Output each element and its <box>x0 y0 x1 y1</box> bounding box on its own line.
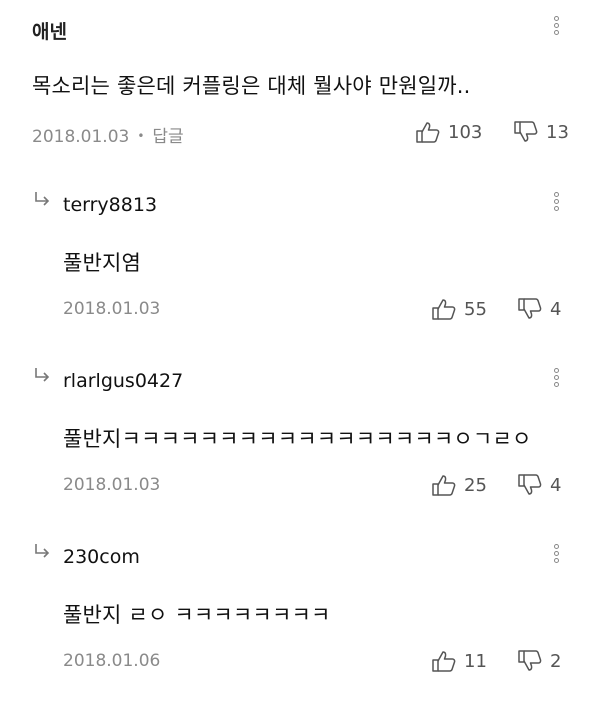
dislike-button[interactable]: 4 <box>516 295 561 323</box>
reply-comment: rlarlgus0427 풀반지ㅋㅋㅋㅋㅋㅋㅋㅋㅋㅋㅋㅋㅋㅋㅋㅋㅋㅇㄱㄹㅇ 20… <box>0 348 600 524</box>
comment-text: 풀반지ㅋㅋㅋㅋㅋㅋㅋㅋㅋㅋㅋㅋㅋㅋㅋㅋㅋㅇㄱㄹㅇ <box>63 427 532 451</box>
like-count: 11 <box>464 650 487 672</box>
comment-text: 목소리는 좋은데 커플링은 대체 뭘사야 만원일까.. <box>32 74 471 98</box>
comment-date: 2018.01.03 <box>32 127 130 147</box>
comment: 애넨 목소리는 좋은데 커플링은 대체 뭘사야 만원일까.. 2018.01.0… <box>0 0 600 172</box>
comment-meta: 2018.01.03 <box>63 475 160 495</box>
like-button[interactable]: 55 <box>430 295 487 323</box>
dislike-button[interactable]: 13 <box>512 118 569 146</box>
comment-meta: 2018.01.06 <box>63 651 160 671</box>
comment-meta: 2018.01.03 <box>63 299 160 319</box>
thumbs-up-icon <box>432 299 456 320</box>
dislike-count: 2 <box>550 650 562 672</box>
comment-author[interactable]: 230com <box>63 546 140 568</box>
comment-author[interactable]: rlarlgus0427 <box>63 370 183 392</box>
thumbs-up-icon <box>416 122 440 143</box>
dislike-count: 4 <box>550 298 562 320</box>
thumbs-down-icon <box>518 298 542 319</box>
thumbs-up-icon <box>432 475 456 496</box>
comment-text: 풀반지 ㄹㅇ ㅋㅋㅋㅋㅋㅋㅋㅋ <box>63 603 331 627</box>
reply-comment: 230com 풀반지 ㄹㅇ ㅋㅋㅋㅋㅋㅋㅋㅋ 2018.01.06 11 2 <box>0 524 600 706</box>
comment-date: 2018.01.03 <box>63 475 161 495</box>
comment-text: 풀반지염 <box>63 251 142 275</box>
more-options-icon[interactable] <box>548 16 564 40</box>
dislike-count: 13 <box>546 121 569 143</box>
comment-date: 2018.01.03 <box>63 299 161 319</box>
thumbs-up-icon <box>432 651 456 672</box>
like-count: 25 <box>464 474 487 496</box>
like-count: 103 <box>448 121 483 143</box>
reply-comment: terry8813 풀반지염 2018.01.03 55 4 <box>0 172 600 348</box>
reply-arrow-icon <box>35 192 50 206</box>
thumbs-down-icon <box>518 650 542 671</box>
thumbs-down-icon <box>514 121 538 142</box>
thumbs-down-icon <box>518 474 542 495</box>
more-options-icon[interactable] <box>548 544 564 568</box>
more-options-icon[interactable] <box>548 368 564 392</box>
comment-author[interactable]: 애넨 <box>32 17 67 44</box>
comment-meta: 2018.01.03 • 답글 <box>32 122 184 147</box>
like-button[interactable]: 103 <box>414 118 482 146</box>
dislike-button[interactable]: 4 <box>516 471 561 499</box>
separator-dot: • <box>137 129 145 143</box>
comment-date: 2018.01.06 <box>63 651 161 671</box>
reply-arrow-icon <box>35 544 50 558</box>
more-options-icon[interactable] <box>548 192 564 216</box>
reply-button[interactable]: 답글 <box>152 127 183 147</box>
like-button[interactable]: 25 <box>430 471 487 499</box>
like-button[interactable]: 11 <box>430 647 487 675</box>
comment-author[interactable]: terry8813 <box>63 194 157 216</box>
dislike-button[interactable]: 2 <box>516 647 561 675</box>
dislike-count: 4 <box>550 474 562 496</box>
reply-arrow-icon <box>35 368 50 382</box>
like-count: 55 <box>464 298 487 320</box>
